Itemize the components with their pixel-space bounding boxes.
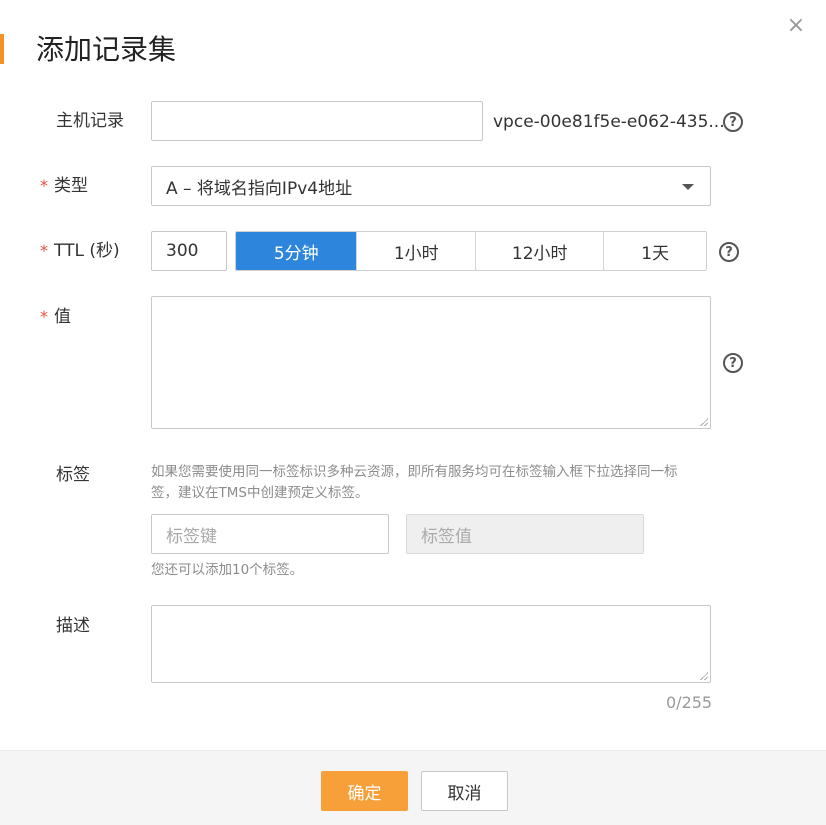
ttl-option-1hour[interactable]: 1小时	[356, 232, 475, 270]
ttl-preset-group: 5分钟 1小时 12小时 1天	[235, 231, 707, 271]
host-record-label: 主机记录	[56, 111, 124, 131]
ttl-label: * TTL (秒)	[40, 239, 120, 263]
close-icon[interactable]: ×	[785, 14, 807, 38]
type-label-text: 类型	[54, 176, 88, 196]
ttl-option-5min[interactable]: 5分钟	[236, 232, 357, 270]
resize-grip-icon[interactable]	[700, 418, 708, 426]
tag-value-input[interactable]: 标签值	[406, 514, 644, 554]
type-select[interactable]: A – 将域名指向IPv4地址	[151, 166, 711, 206]
confirm-button[interactable]: 确定	[321, 771, 408, 811]
ttl-option-1day[interactable]: 1天	[603, 232, 706, 270]
type-selected-value: A – 将域名指向IPv4地址	[166, 178, 353, 199]
ttl-input[interactable]: 300	[151, 231, 227, 271]
required-mark: *	[40, 307, 48, 326]
value-label-text: 值	[54, 307, 71, 327]
tags-hint-line1: 如果您需要使用同一标签标识多种云资源，即所有服务均可在标签输入框下拉选择同一标	[151, 464, 678, 480]
tags-hint-line2: 签，建议在TMS中创建预定义标签。	[151, 485, 369, 501]
dialog-title: 添加记录集	[36, 33, 177, 66]
cancel-button[interactable]: 取消	[421, 771, 508, 811]
ttl-help-icon[interactable]: ?	[719, 242, 739, 262]
required-mark: *	[40, 241, 48, 260]
value-label: * 值	[40, 305, 71, 329]
dialog-footer	[0, 750, 826, 825]
tags-remaining-text: 您还可以添加10个标签。	[151, 562, 304, 578]
host-record-input[interactable]	[151, 101, 483, 141]
chevron-down-icon	[682, 184, 694, 190]
description-textarea[interactable]	[151, 605, 711, 683]
resize-grip-icon[interactable]	[700, 672, 708, 680]
required-mark: *	[40, 176, 48, 195]
value-textarea[interactable]	[151, 296, 711, 429]
description-label: 描述	[56, 616, 90, 636]
value-help-icon[interactable]: ?	[723, 353, 743, 373]
description-char-counter: 0/255	[666, 693, 713, 712]
tags-label: 标签	[56, 465, 90, 485]
ttl-option-12hour[interactable]: 12小时	[474, 232, 604, 270]
host-record-help-icon[interactable]: ?	[723, 112, 743, 132]
host-record-domain-suffix: vpce-00e81f5e-e062-435...	[493, 112, 725, 132]
type-label: * 类型	[40, 174, 88, 198]
tag-key-input[interactable]: 标签键	[151, 514, 389, 554]
ttl-label-text: TTL (秒)	[54, 241, 120, 261]
title-accent-bar	[0, 34, 4, 64]
